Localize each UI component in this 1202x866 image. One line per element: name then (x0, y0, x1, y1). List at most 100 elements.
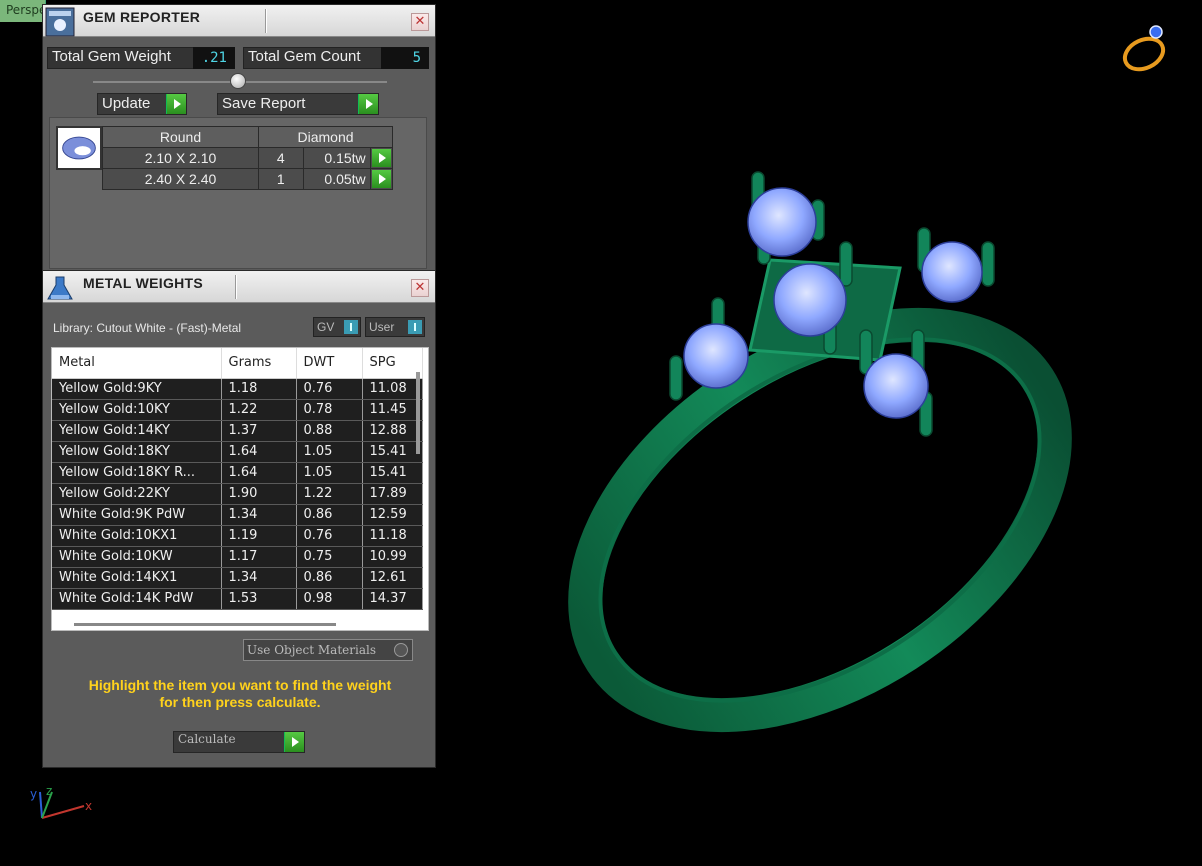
panel-splitter-handle[interactable] (230, 73, 246, 89)
spg-value: 12.61 (362, 567, 423, 589)
dwt-value: 0.78 (296, 399, 363, 421)
grams-column-header[interactable]: Grams (221, 348, 297, 379)
ring-model[interactable] (520, 160, 1120, 760)
toggle-icon (344, 320, 358, 334)
close-icon[interactable]: ✕ (411, 13, 429, 31)
dwt-value: 1.05 (296, 462, 363, 484)
axis-x-label: x (85, 799, 92, 813)
save-report-button[interactable]: Save Report (217, 93, 379, 115)
spg-value: 11.45 (362, 399, 423, 421)
use-object-materials-option[interactable]: Use Object Materials (243, 639, 413, 661)
round-gem-icon[interactable] (56, 126, 102, 170)
play-icon (166, 94, 186, 114)
table-row[interactable]: Yellow Gold:9KY 1.18 0.76 11.08 (52, 378, 423, 400)
library-label: Library: Cutout White - (Fast)-Metal (53, 321, 242, 335)
table-row[interactable]: Yellow Gold:14KY 1.37 0.88 12.88 (52, 420, 423, 442)
total-gem-weight-value: .21 (193, 47, 235, 69)
metal-name: White Gold:9K PdW (52, 504, 222, 526)
table-row[interactable]: Yellow Gold:22KY 1.90 1.22 17.89 (52, 483, 423, 505)
grams-value: 1.34 (221, 567, 297, 589)
calculate-button[interactable]: Calculate (173, 731, 305, 753)
spg-value: 12.59 (362, 504, 423, 526)
dwt-value: 1.05 (296, 441, 363, 463)
grams-value: 1.18 (221, 378, 297, 400)
gem-table: Round Diamond 2.10 X 2.10 4 0.15tw 2.40 … (102, 126, 394, 190)
gem-list: Round Diamond 2.10 X 2.10 4 0.15tw 2.40 … (49, 117, 427, 269)
vertical-scrollbar[interactable] (416, 372, 420, 454)
table-row[interactable]: White Gold:10KX1 1.19 0.76 11.18 (52, 525, 423, 547)
update-button[interactable]: Update (97, 93, 187, 115)
gem-left (683, 323, 749, 389)
metal-name: Yellow Gold:9KY (52, 378, 222, 400)
grams-value: 1.64 (221, 462, 297, 484)
dwt-column-header[interactable]: DWT (296, 348, 363, 379)
instruction-line-2: for then press calculate. (159, 694, 321, 710)
table-row[interactable]: 2.10 X 2.10 4 0.15tw (102, 147, 394, 169)
table-row[interactable]: White Gold:10KW 1.17 0.75 10.99 (52, 546, 423, 568)
axis-y-label: y (30, 787, 37, 801)
metal-name: White Gold:10KW (52, 546, 222, 568)
spg-value: 11.08 (362, 378, 423, 400)
spg-value: 12.88 (362, 420, 423, 442)
gem-right (863, 353, 929, 419)
metal-name: White Gold:14KX1 (52, 567, 222, 589)
table-row[interactable]: Yellow Gold:18KY 1.64 1.05 15.41 (52, 441, 423, 463)
grams-value: 1.90 (221, 483, 297, 505)
metal-column-header[interactable]: Metal (52, 348, 222, 379)
gv-label: GV (317, 320, 335, 334)
table-row[interactable]: 2.40 X 2.40 1 0.05tw (102, 168, 394, 190)
metal-weights-titlebar[interactable]: METAL WEIGHTS ✕ (43, 271, 435, 303)
instruction-text: Highlight the item you want to find the … (43, 677, 437, 711)
dwt-value: 0.76 (296, 525, 363, 547)
play-icon (358, 94, 378, 114)
grams-value: 1.64 (221, 441, 297, 463)
gem-count: 1 (258, 168, 304, 190)
dwt-value: 0.75 (296, 546, 363, 568)
grams-value: 1.53 (221, 588, 297, 610)
axis-z-label: z (46, 786, 52, 798)
gem-count: 4 (258, 147, 304, 169)
user-toggle[interactable]: User (365, 317, 425, 337)
gv-toggle[interactable]: GV (313, 317, 361, 337)
gem-top-right (921, 241, 983, 303)
select-row-button[interactable] (369, 168, 394, 190)
update-label: Update (102, 95, 151, 112)
spg-value: 11.18 (362, 525, 423, 547)
horizontal-scrollbar[interactable] (74, 623, 336, 626)
close-icon[interactable]: ✕ (411, 279, 429, 297)
metal-name: Yellow Gold:22KY (52, 483, 222, 505)
total-gem-weight-label: Total Gem Weight (52, 48, 171, 65)
gem-size: 2.40 X 2.40 (102, 168, 259, 190)
table-row[interactable]: Yellow Gold:10KY 1.22 0.78 11.45 (52, 399, 423, 421)
play-icon (371, 149, 391, 167)
metal-name: Yellow Gold:18KY R... (52, 462, 222, 484)
grams-value: 1.19 (221, 525, 297, 547)
table-row[interactable]: White Gold:9K PdW 1.34 0.86 12.59 (52, 504, 423, 526)
select-row-button[interactable] (369, 147, 394, 169)
ring-icon[interactable] (1118, 18, 1176, 74)
spg-value: 15.41 (362, 441, 423, 463)
gem-shape-header: Round (102, 126, 259, 148)
play-icon (284, 732, 304, 752)
gem-reporter-titlebar[interactable]: GEM REPORTER ✕ (43, 5, 435, 37)
grams-value: 1.37 (221, 420, 297, 442)
gem-weight: 0.05tw (302, 168, 371, 190)
axis-gizmo: x y z (30, 786, 92, 819)
radio-icon[interactable] (394, 643, 408, 657)
metal-name: White Gold:10KX1 (52, 525, 222, 547)
gem-center (773, 263, 847, 337)
table-row[interactable]: White Gold:14KX1 1.34 0.86 12.61 (52, 567, 423, 589)
table-row[interactable]: White Gold:14K PdW 1.53 0.98 14.37 (52, 588, 423, 610)
metal-table: Metal Grams DWT SPG Yellow Gold:9KY 1.18 0… (52, 348, 423, 610)
table-row[interactable]: Yellow Gold:18KY R... 1.64 1.05 15.41 (52, 462, 423, 484)
metal-table-container[interactable]: Metal Grams DWT SPG Yellow Gold:9KY 1.18 0… (51, 347, 429, 631)
perspective-tab[interactable]: Perspective (0, 0, 46, 22)
spg-column-header[interactable]: SPG (362, 348, 423, 379)
title-separator (235, 275, 237, 299)
spg-value: 15.41 (362, 462, 423, 484)
gem-weight: 0.15tw (302, 147, 371, 169)
dwt-value: 0.86 (296, 504, 363, 526)
dwt-value: 0.76 (296, 378, 363, 400)
metal-weights-panel: METAL WEIGHTS ✕ Library: Cutout White - … (42, 270, 436, 768)
gem-type-header: Diamond (258, 126, 393, 148)
